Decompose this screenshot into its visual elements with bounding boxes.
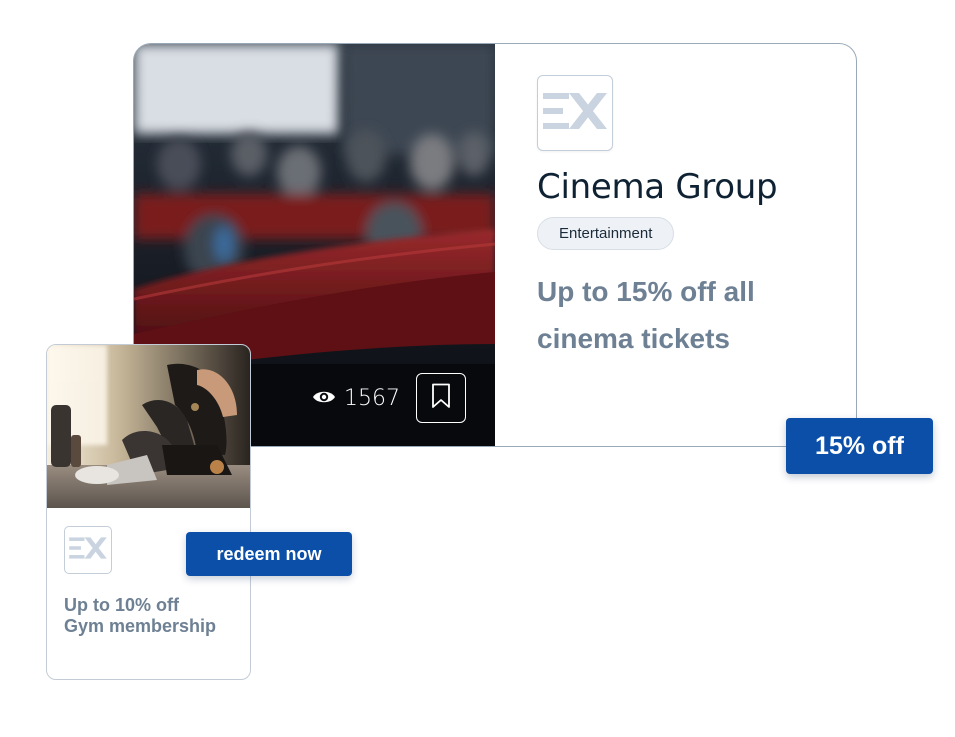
bookmark-button[interactable]	[416, 373, 466, 423]
ex-logo-icon	[68, 536, 108, 565]
gym-offer-line1: Up to 10% off	[64, 595, 179, 615]
gym-offer-line2: Gym membership	[64, 616, 217, 636]
gym-brand-logo	[64, 526, 112, 574]
ex-logo-icon	[541, 91, 609, 136]
view-count: 1567	[312, 383, 400, 413]
gym-offer-description: Up to 10% off Gym membership	[64, 595, 244, 637]
brand-logo	[537, 75, 613, 151]
redeem-now-button[interactable]: redeem now	[186, 532, 352, 576]
bookmark-icon	[431, 383, 451, 414]
gym-offer-card[interactable]: Up to 10% off Gym membership	[46, 344, 251, 680]
discount-badge[interactable]: 15% off	[786, 418, 933, 474]
cinema-offer-details: Cinema Group Entertainment Up to 15% off…	[537, 75, 836, 362]
category-tag: Entertainment	[537, 217, 675, 250]
gym-photo	[47, 345, 250, 508]
brand-name: Cinema Group	[537, 167, 778, 207]
eye-icon	[312, 386, 336, 411]
view-count-value: 1567	[344, 385, 400, 411]
offer-description: Up to 15% off all cinema tickets	[537, 276, 755, 354]
